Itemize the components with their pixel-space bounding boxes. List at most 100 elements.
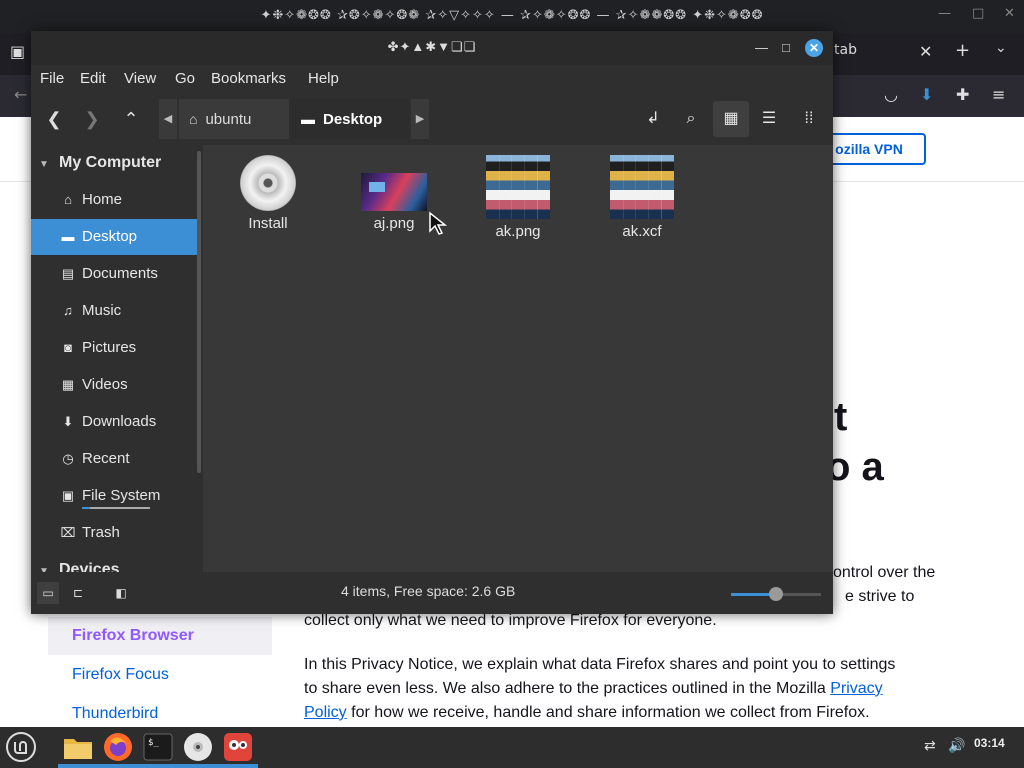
search-icon[interactable]: ⌕ [673, 101, 709, 137]
section-devices[interactable]: ▼ Devices [31, 552, 203, 572]
places-sidebar: ▼ My Computer ⌂ Home ▬ Desktop ▤ Documents ♫… [31, 145, 203, 572]
sidebar-item-label: Trash [82, 524, 120, 541]
sidebar-item-recent[interactable]: ◷ Recent [31, 441, 201, 477]
downloads-icon[interactable]: ⬇ [920, 85, 933, 104]
breadcrumb-ubuntu[interactable]: ⌂ ubuntu [179, 99, 289, 139]
extensions-icon[interactable]: ✚ [956, 85, 969, 104]
file-item-ak-png[interactable]: ak.png [468, 155, 568, 240]
film-icon: ▦ [61, 377, 75, 392]
firefox-icon[interactable] [102, 731, 134, 763]
clock-icon: ◷ [62, 451, 74, 466]
desktop-icon: ▬ [61, 229, 75, 244]
hide-sidebar-icon[interactable]: ◧ [110, 582, 132, 604]
close-tab-icon[interactable]: ✕ [919, 42, 932, 61]
back-button[interactable]: ❮ [38, 103, 70, 135]
file-view[interactable]: Install aj.png ak.png ak.xcf [203, 145, 833, 572]
terminal-icon[interactable]: $_ [142, 731, 174, 763]
show-places-icon[interactable]: ▭ [37, 582, 59, 604]
pocket-icon[interactable]: ◡ [884, 85, 898, 104]
chevron-down-icon[interactable]: ⌄ [995, 40, 1007, 56]
sidebar-item-videos[interactable]: ▦ Videos [31, 367, 201, 403]
sidebar-item-file-system[interactable]: ▣ File System [31, 478, 201, 514]
sidebar-item-music[interactable]: ♫ Music [31, 293, 201, 329]
zoom-handle[interactable] [769, 587, 783, 601]
back-icon[interactable]: ← [14, 85, 27, 104]
collapse-triangle-icon: ▼ [39, 159, 49, 170]
files-icon[interactable] [62, 731, 94, 763]
breadcrumb-label: ubuntu [205, 111, 252, 128]
tab-title[interactable]: tab [834, 42, 857, 58]
menu-file[interactable]: File [40, 70, 64, 87]
breadcrumb-desktop[interactable]: ▬ Desktop [291, 99, 409, 139]
side-link-firefox-focus[interactable]: Firefox Focus [72, 666, 169, 684]
maximize-icon[interactable]: □ [972, 6, 984, 21]
menu-view[interactable]: View [124, 70, 156, 87]
disk-usage-fill [82, 507, 90, 509]
side-link-thunderbird[interactable]: Thunderbird [72, 705, 158, 723]
volume-icon[interactable]: 🔊 [948, 738, 965, 754]
menu-icon[interactable]: ≡ [992, 85, 1005, 104]
zoom-slider[interactable] [731, 587, 821, 601]
side-link-firefox-browser[interactable]: Firefox Browser [72, 627, 194, 645]
minimize-icon[interactable]: — [938, 6, 951, 21]
mint-menu-icon[interactable] [5, 731, 37, 763]
sidebar-item-documents[interactable]: ▤ Documents [31, 256, 201, 292]
toggle-location-icon[interactable]: ↲ [635, 101, 671, 137]
minimize-icon[interactable]: — [755, 40, 768, 55]
para2-line1: In this Privacy Notice, we explain what … [304, 656, 896, 673]
forward-button[interactable]: ❯ [76, 103, 108, 135]
breadcrumb-left-arrow[interactable]: ◀ [159, 99, 177, 139]
file-item-ak-xcf[interactable]: ak.xcf [592, 155, 692, 240]
download-icon: ⬇ [62, 414, 74, 429]
up-button[interactable]: ⌃ [115, 103, 147, 135]
sidebar-scrollbar[interactable] [197, 151, 201, 473]
svg-text:$_: $_ [148, 738, 159, 748]
privacy-link[interactable]: Privacy [830, 680, 882, 697]
home-icon: ⌂ [189, 111, 198, 127]
collapse-triangle-icon: ▼ [39, 566, 49, 572]
sidebar-item-label: Pictures [82, 339, 137, 356]
sidebar-item-label: Recent [82, 450, 130, 467]
clock[interactable]: 03:14 [974, 736, 1005, 750]
sidebar-item-downloads[interactable]: ⬇ Downloads [31, 404, 201, 440]
privacy-paragraph: In this Privacy Notice, we explain what … [304, 653, 1004, 725]
para2-line3: for how we receive, handle and share inf… [346, 704, 870, 721]
sidebar-item-label: Downloads [82, 413, 157, 430]
sidebar-item-desktop[interactable]: ▬ Desktop [31, 219, 201, 255]
drive-icon: ▣ [61, 488, 75, 503]
show-treeview-icon[interactable]: ⊏ [67, 582, 89, 604]
compact-view-icon[interactable]: ⁞⁞ [791, 101, 827, 137]
breadcrumb-right-arrow[interactable]: ▶ [411, 99, 429, 139]
file-manager-window: ✤✦▲✱▼❏❏ — □ ✕ File Edit View Go Bookmark… [31, 31, 833, 614]
file-name: ak.png [495, 223, 541, 240]
network-icon[interactable]: ⇄ [924, 738, 936, 754]
menu-edit[interactable]: Edit [80, 70, 106, 87]
sidebar-item-pictures[interactable]: ◙ Pictures [31, 330, 201, 366]
menu-go[interactable]: Go [175, 70, 195, 87]
policy-link[interactable]: Policy [304, 704, 347, 721]
gimp-icon[interactable] [222, 731, 254, 763]
close-icon[interactable]: ✕ [1004, 6, 1015, 21]
close-icon[interactable]: ✕ [805, 39, 823, 57]
menu-help[interactable]: Help [308, 70, 339, 87]
mouse-cursor-icon [429, 211, 448, 235]
tab-manager-icon[interactable]: ▣ [10, 42, 25, 61]
firefox-titlebar: ✦❉✧❁❂❂ ✰❂✧❁✧❂❁ ✰✧▽✧✧✧ — ✰✧❁✧❂❂ — ✰✧❁❁❂❂ … [0, 0, 1024, 33]
icon-view-icon[interactable]: ▦ [713, 101, 749, 137]
new-tab-icon[interactable]: + [955, 40, 970, 61]
sidebar-item-home[interactable]: ⌂ Home [31, 182, 201, 218]
para1-line1: ontrol over the [833, 564, 936, 581]
desktop-icon: ▬ [301, 111, 315, 127]
sidebar-item-label: Documents [82, 265, 158, 282]
file-manager-titlebar[interactable]: ✤✦▲✱▼❏❏ — □ ✕ [31, 31, 833, 65]
list-view-icon[interactable]: ☰ [751, 101, 787, 137]
maximize-icon[interactable]: □ [782, 40, 790, 55]
cd-icon[interactable] [182, 731, 214, 763]
sidebar-item-trash[interactable]: ⌧ Trash [31, 515, 201, 551]
section-my-computer[interactable]: ▼ My Computer [31, 145, 203, 181]
section-label: My Computer [59, 154, 162, 171]
file-item-install[interactable]: Install [218, 155, 318, 232]
menu-bookmarks[interactable]: Bookmarks [211, 70, 286, 87]
active-app-indicator [138, 764, 178, 768]
page-heading-line2: o a [826, 445, 884, 489]
